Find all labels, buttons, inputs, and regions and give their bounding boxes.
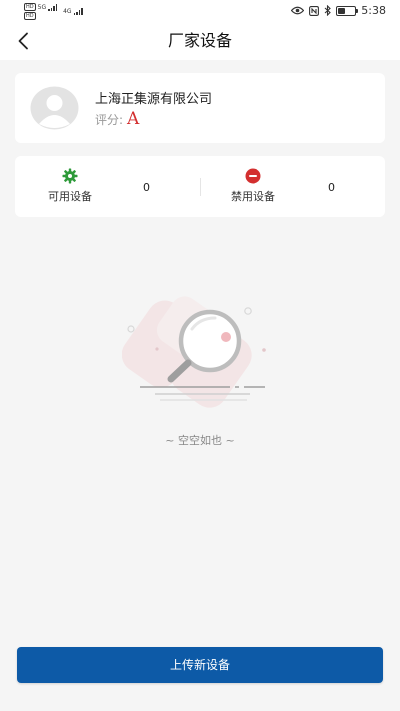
system-icons: 5:38 bbox=[291, 4, 386, 17]
sim-status: HD 5G HD 4G bbox=[24, 3, 83, 20]
rating-value: A bbox=[127, 109, 140, 129]
rating-label: 评分: bbox=[95, 113, 124, 127]
rating-row: 评分: A bbox=[95, 111, 139, 128]
disabled-devices-count: 0 bbox=[328, 181, 335, 194]
sim2-status: HD bbox=[24, 12, 57, 20]
company-card: 上海正集源有限公司 评分: A bbox=[15, 73, 385, 143]
minus-circle-icon bbox=[245, 168, 261, 184]
clock: 5:38 bbox=[361, 4, 386, 17]
upload-new-device-button[interactable]: 上传新设备 bbox=[17, 647, 383, 683]
status-bar: HD 5G HD 4G 5:38 bbox=[0, 0, 400, 22]
disabled-devices-label: 禁用设备 bbox=[231, 190, 275, 203]
magnifier-empty-icon bbox=[122, 296, 266, 408]
empty-state-text: ~ 空空如也 ~ bbox=[165, 434, 235, 447]
nfc-icon bbox=[309, 5, 320, 16]
back-button[interactable] bbox=[10, 28, 36, 54]
sim2-signal: 4G bbox=[63, 8, 83, 15]
available-devices-count: 0 bbox=[143, 181, 150, 194]
hd-badge: HD bbox=[24, 12, 36, 20]
eye-icon bbox=[291, 6, 305, 15]
nav-bar: 厂家设备 bbox=[0, 22, 400, 60]
available-devices[interactable]: 可用设备 bbox=[40, 168, 100, 204]
signal-icon bbox=[73, 8, 83, 15]
company-name: 上海正集源有限公司 bbox=[95, 92, 213, 107]
divider bbox=[200, 178, 201, 196]
page-title: 厂家设备 bbox=[167, 31, 232, 50]
sim1-status: HD 5G bbox=[24, 3, 58, 11]
battery-icon bbox=[336, 5, 359, 16]
disabled-devices[interactable]: 禁用设备 bbox=[223, 168, 283, 204]
device-stats-card: 可用设备 0 禁用设备 0 bbox=[15, 156, 385, 217]
network-type: 5G bbox=[37, 3, 47, 11]
available-devices-label: 可用设备 bbox=[48, 190, 92, 203]
avatar bbox=[30, 86, 79, 130]
gear-icon bbox=[62, 168, 78, 184]
chevron-left-icon bbox=[18, 32, 28, 50]
network-type: 4G bbox=[63, 8, 72, 15]
hd-badge: HD bbox=[24, 3, 36, 11]
bluetooth-icon bbox=[324, 5, 332, 16]
signal-icon bbox=[48, 3, 58, 11]
